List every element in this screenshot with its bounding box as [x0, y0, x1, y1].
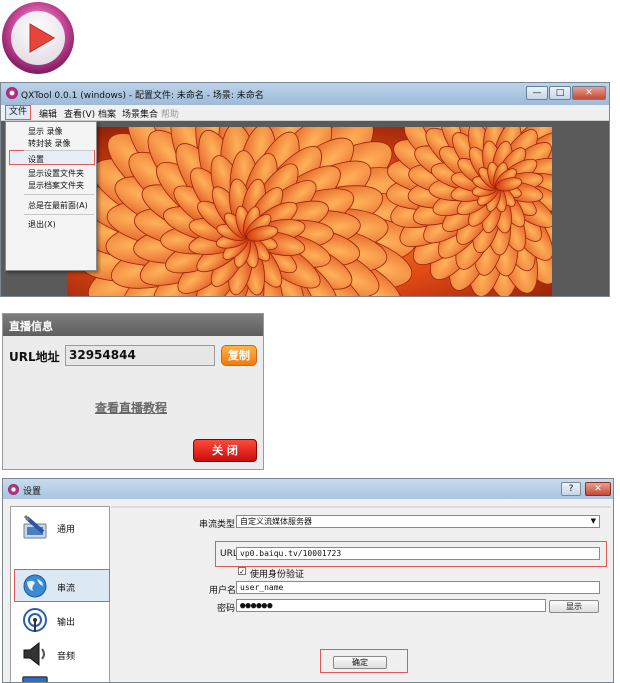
menu-separator [24, 150, 94, 151]
menu-item-always-on-top[interactable]: 总是在最前面(A) [28, 200, 88, 211]
username-label: 用户名 [209, 586, 237, 596]
sidebar-item-label: 输出 [57, 618, 76, 628]
menu-bar: 文件 编辑 查看(V) 档案 场景集合 帮助 [1, 105, 609, 121]
sidebar-item-output[interactable]: 输出 [11, 603, 109, 637]
close-dialog-button[interactable]: 关 闭 [193, 439, 257, 462]
settings-titlebar: 设置 [3, 479, 613, 499]
ok-button[interactable]: 确定 [333, 656, 387, 669]
close-button[interactable]: ✕ [572, 86, 606, 100]
stream-type-select[interactable]: 自定义流媒体服务器 ▼ [236, 515, 600, 528]
url-input[interactable]: vp0.baiqu.tv/10001723 [236, 547, 600, 560]
sidebar-item-label: 串流 [57, 584, 76, 594]
menu-separator [24, 194, 94, 195]
monitor-icon [22, 676, 48, 682]
auth-checkbox[interactable]: ✓ [238, 567, 246, 576]
password-value: ●●●●●● [240, 601, 273, 611]
password-input[interactable]: ●●●●●● [236, 599, 546, 612]
chevron-down-icon: ▼ [590, 517, 596, 525]
url-value: 32954844 [69, 348, 136, 362]
sidebar-item-label: 音频 [57, 652, 76, 662]
live-info-header: 直播信息 [3, 314, 263, 336]
output-icon [23, 608, 47, 632]
general-icon [23, 514, 47, 539]
username-value: user_name [240, 583, 284, 592]
url-label: URL地址 : [9, 350, 69, 364]
menu-item-exit[interactable]: 退出(X) [28, 219, 56, 230]
menu-item-show-profile-folder[interactable]: 显示档案文件夹 [28, 180, 84, 191]
app-icon [8, 484, 19, 495]
live-info-title: 直播信息 [9, 320, 53, 333]
url-input-value: vp0.baiqu.tv/10001723 [240, 549, 342, 558]
password-label: 密码 [217, 604, 236, 614]
maximize-button[interactable]: □ [549, 86, 571, 100]
auth-checkbox-label: 使用身份验证 [250, 570, 305, 580]
show-password-button[interactable]: 显示 [549, 600, 599, 613]
menu-separator [24, 214, 94, 215]
menu-view[interactable]: 查看(V) [64, 107, 95, 120]
help-button[interactable]: ? [561, 482, 581, 496]
app-title: QXTool 0.0.1 (windows) - 配置文件: 未命名 - 场景:… [21, 91, 264, 101]
settings-dialog: 设置 ? ✕ 通用 串流 输出 音频 串流类型 自定义流媒体服务器 ▼ URL … [2, 478, 614, 683]
menu-file[interactable]: 文件 [5, 105, 32, 120]
sidebar-item-label: 通用 [57, 525, 76, 535]
sidebar-item-general[interactable]: 通用 [11, 510, 109, 544]
username-input[interactable]: user_name [236, 581, 600, 594]
copy-button[interactable]: 复制 [221, 345, 257, 366]
file-menu-dropdown: 显示 录像 转封装 录像 设置 显示设置文件夹 显示档案文件夹 总是在最前面(A… [5, 121, 97, 271]
menu-profile[interactable]: 档案 [98, 107, 116, 120]
app-window: QXTool 0.0.1 (windows) - 配置文件: 未命名 - 场景:… [0, 82, 610, 297]
menu-item-settings[interactable]: 设置 [28, 154, 44, 165]
stream-type-value: 自定义流媒体服务器 [240, 517, 312, 526]
settings-title: 设置 [23, 487, 42, 497]
live-info-dialog: 直播信息 URL地址 : 32954844 复制 查看直播教程 关 闭 [2, 313, 264, 470]
menu-scene-collection[interactable]: 场景集合 [122, 107, 158, 120]
menu-item-remux-recordings[interactable]: 转封装 录像 [28, 138, 71, 149]
sidebar-item-video[interactable]: 视频 [11, 671, 109, 682]
menu-item-show-recordings[interactable]: 显示 录像 [28, 126, 63, 137]
settings-highlight [9, 150, 95, 165]
stream-type-label: 串流类型 [199, 520, 236, 530]
globe-icon [23, 574, 47, 598]
sidebar-item-stream[interactable]: 串流 [11, 569, 109, 603]
tutorial-link[interactable]: 查看直播教程 [95, 399, 167, 416]
app-titlebar: QXTool 0.0.1 (windows) - 配置文件: 未命名 - 场景:… [1, 83, 609, 105]
divider [111, 506, 611, 508]
settings-close-button[interactable]: ✕ [585, 482, 611, 496]
minimize-button[interactable]: — [526, 86, 548, 100]
menu-help[interactable]: 帮助 [161, 107, 179, 120]
speaker-icon [23, 641, 45, 667]
menu-item-show-settings-folder[interactable]: 显示设置文件夹 [28, 168, 84, 179]
menu-edit[interactable]: 编辑 [39, 107, 57, 120]
preview-image [67, 127, 552, 296]
play-logo-icon [2, 2, 74, 74]
sidebar-item-audio[interactable]: 音频 [11, 637, 109, 671]
settings-sidebar: 通用 串流 输出 音频 [10, 506, 110, 682]
app-icon [6, 87, 18, 99]
